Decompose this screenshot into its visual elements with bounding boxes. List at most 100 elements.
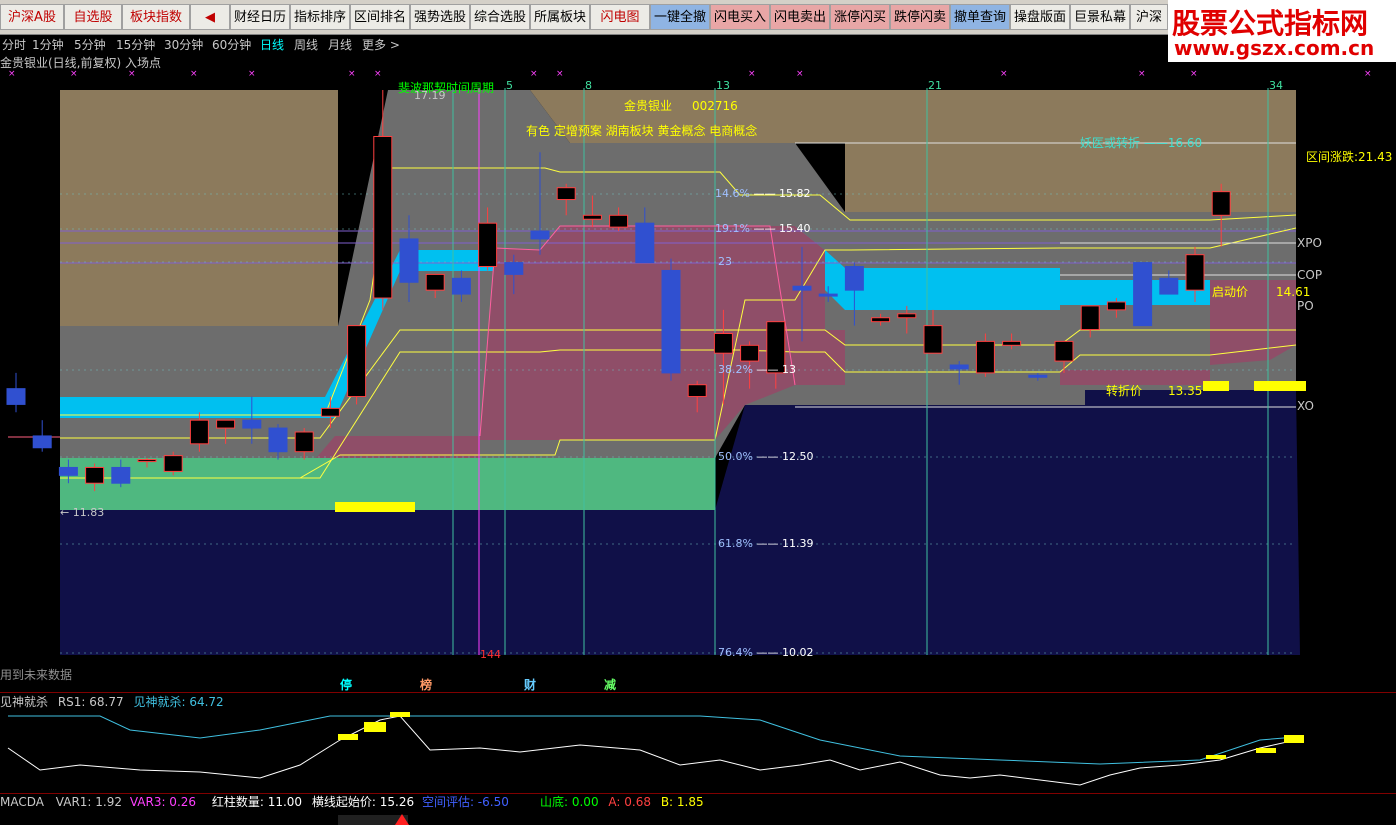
indicator1-rs1: RS1: 68.77 [57, 695, 124, 709]
fib-cycle-number: 8 [585, 79, 592, 92]
fib-percent: 23 [718, 255, 732, 268]
indicator1-header: 见神就杀 RS1: 68.77 见神就杀: 64.72 [0, 696, 224, 708]
event-marker-stop[interactable]: 停 [340, 679, 352, 691]
indicator1-lines [7, 712, 1304, 825]
yellow-marker [1203, 381, 1229, 391]
candle-body [897, 313, 917, 319]
candle-body [582, 214, 602, 220]
macda-bottom: 山底: 0.00 [540, 795, 599, 809]
indicator1-signal [338, 734, 358, 740]
candle-body [373, 135, 393, 299]
panel-separator [0, 793, 1396, 794]
stock-name-label: 金贵银业 [624, 99, 673, 113]
candle-body [1080, 305, 1100, 331]
candle-body [609, 214, 629, 228]
candle-body [635, 222, 655, 264]
top-x-marker: × [1138, 69, 1146, 79]
candle-body [189, 419, 209, 445]
macda-a: A: 0.68 [608, 795, 651, 809]
macda-red-count: 红柱数量: 11.00 [211, 795, 303, 809]
fib-level-label: 19.1% —— 15.40 [715, 223, 810, 235]
indicator1-signal [1284, 735, 1304, 743]
candle-body [58, 466, 78, 476]
candle [163, 451, 183, 476]
macda-start-price: 横线起始价: 15.26 [311, 795, 415, 809]
start-price-value: 14.61 [1276, 285, 1311, 299]
candle-body [1054, 340, 1074, 362]
candle [32, 420, 52, 452]
high-price-label: 17.19 [414, 89, 446, 102]
event-marker-finance[interactable]: 财 [524, 679, 536, 691]
candle-body [32, 435, 52, 449]
band-layer [8, 90, 1300, 655]
macda-extra: 山底: 0.00 A: 0.68 B: 1.85 [540, 796, 704, 808]
danger-label: 妖医或转折 ——16.60 [1080, 136, 1203, 150]
fib-value: —— 12.50 [752, 450, 814, 463]
marks: × × × × × × × × × × × × × × × [8, 69, 1372, 79]
candle [1133, 262, 1153, 327]
top-x-marker: × [1364, 69, 1372, 79]
fib-value: —— 10.02 [752, 646, 814, 659]
candle-body [163, 455, 183, 472]
fib-cycle-number: 5 [506, 79, 513, 92]
fib-percent: 61.8% [718, 537, 753, 550]
fib-value: —— 13 [752, 363, 796, 376]
candle-body [844, 266, 864, 291]
fib-percent: 50.0% [718, 450, 753, 463]
candle-body [818, 293, 838, 297]
start-price-label: 启动价 [1212, 285, 1249, 299]
candle-body [216, 419, 236, 429]
fib-value: —— 11.39 [752, 537, 814, 550]
top-x-marker: × [556, 69, 564, 79]
yellow-marker [1254, 381, 1306, 391]
candle-body [1159, 277, 1179, 295]
top-x-marker: × [1190, 69, 1198, 79]
macda-name: MACDA [0, 795, 44, 809]
indicator1-name: 见神就杀 [0, 695, 49, 709]
candle-body [975, 340, 995, 374]
candle-body [85, 466, 105, 484]
fib-level-label: 23 [718, 256, 732, 268]
candle-body [923, 325, 943, 354]
fib-percent: 76.4% [718, 646, 753, 659]
event-marker-reduce[interactable]: 减 [604, 679, 616, 691]
concepts-label: 有色 定增预案 湖南板块 黄金概念 电商概念 [526, 124, 758, 138]
fib-percent: 19.1% [715, 222, 750, 235]
fib-level-label: 50.0% —— 12.50 [718, 451, 813, 463]
cop-label: COP [1297, 268, 1323, 282]
top-x-marker: × [530, 69, 538, 79]
candle-body [740, 344, 760, 362]
candle-body [137, 459, 157, 463]
candle-body [1211, 191, 1231, 216]
fib-cycle-number: 13 [716, 79, 730, 92]
macda-var3: VAR3: 0.26 [129, 795, 197, 809]
yellow-marker [335, 502, 415, 512]
fib-level-label: 61.8% —— 11.39 [718, 538, 813, 550]
macda-space-eval: 空间评估: -6.50 [421, 795, 509, 809]
candle-body [792, 285, 812, 291]
candle-body [949, 364, 969, 370]
top-x-marker: × [190, 69, 198, 79]
panel-separator [0, 692, 1396, 693]
range-gain-label: 区间涨跌:21.43 [1306, 150, 1393, 164]
candle-body [347, 325, 367, 398]
fib-value: —— 15.82 [749, 187, 811, 200]
candle-body [1028, 374, 1048, 378]
top-x-marker: × [374, 69, 382, 79]
top-x-marker: × [1000, 69, 1008, 79]
fib-value: —— 15.40 [749, 222, 811, 235]
candle-body [6, 388, 26, 405]
macda-b: B: 1.85 [660, 795, 704, 809]
indicator2-header: MACDA VAR1: 1.92 VAR3: 0.26 红柱数量: 11.00 … [0, 796, 509, 808]
future-data-label: 用到未来数据 [0, 668, 73, 682]
candle-body [713, 332, 733, 354]
fib-cycle-number: 34 [1269, 79, 1283, 92]
candle-body [451, 277, 471, 295]
event-marker-list[interactable]: 榜 [420, 679, 432, 691]
macda-var1: VAR1: 1.92 [55, 795, 122, 809]
cycle-title: 斐波那契时间周期 [398, 81, 495, 95]
indicator1-signal [364, 722, 386, 732]
candle-body [1185, 254, 1205, 291]
candle-body [1133, 262, 1153, 327]
candle-body [320, 407, 340, 417]
